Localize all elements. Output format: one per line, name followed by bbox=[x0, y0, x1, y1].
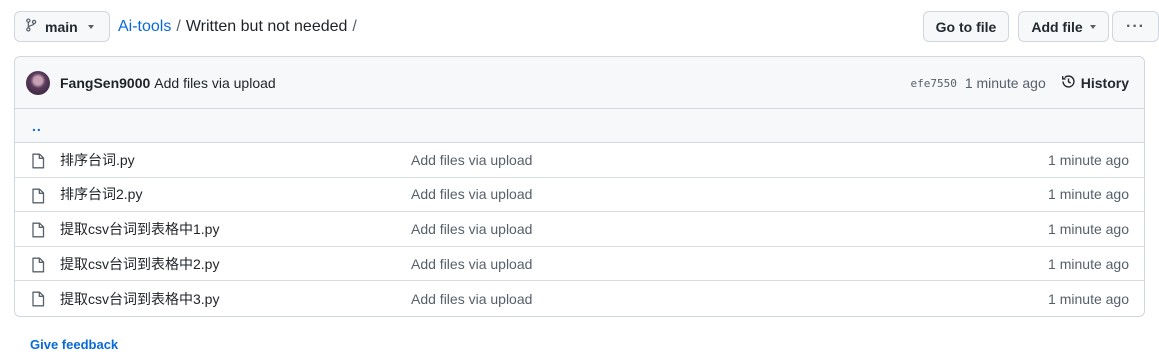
file-row[interactable]: 排序台词.py Add files via upload 1 minute ago bbox=[15, 143, 1144, 178]
file-name-link[interactable]: 提取csv台词到表格中3.py bbox=[60, 289, 219, 309]
git-branch-icon bbox=[25, 18, 37, 35]
file-row[interactable]: 提取csv台词到表格中1.py Add files via upload 1 min… bbox=[15, 212, 1144, 247]
file-commit-message[interactable]: Add files via upload bbox=[411, 291, 532, 307]
commit-message[interactable]: Add files via upload bbox=[154, 75, 275, 91]
file-commit-message[interactable]: Add files via upload bbox=[411, 221, 532, 237]
history-link[interactable]: History bbox=[1061, 74, 1129, 92]
file-row[interactable]: 提取csv台词到表格中2.py Add files via upload 1 min… bbox=[15, 247, 1144, 282]
add-file-button[interactable]: Add file bbox=[1018, 11, 1109, 42]
add-file-label: Add file bbox=[1031, 18, 1083, 35]
file-icon bbox=[31, 291, 45, 310]
file-icon bbox=[31, 257, 45, 276]
file-name-link[interactable]: 提取csv台词到表格中1.py bbox=[60, 219, 219, 239]
parent-directory-row[interactable]: .. bbox=[15, 109, 1144, 143]
commit-meta: efe7550 1 minute ago History bbox=[910, 57, 1129, 109]
file-name-link[interactable]: 排序台词.py bbox=[60, 150, 135, 170]
file-icon bbox=[31, 188, 45, 207]
branch-selector-button[interactable]: main bbox=[14, 11, 110, 42]
more-options-button[interactable]: ··· bbox=[1112, 11, 1159, 42]
file-icon bbox=[31, 222, 45, 241]
file-row[interactable]: 提取csv台词到表格中3.py Add files via upload 1 min… bbox=[15, 281, 1144, 316]
commit-sha[interactable]: efe7550 bbox=[910, 77, 956, 90]
file-name-link[interactable]: 排序台词2.py bbox=[60, 184, 142, 204]
file-list: 排序台词.py Add files via upload 1 minute ago 排… bbox=[15, 143, 1144, 316]
commit-author[interactable]: FangSen9000 bbox=[60, 75, 150, 91]
file-browser: FangSen9000 Add files via upload efe7550… bbox=[14, 56, 1145, 317]
file-commit-message[interactable]: Add files via upload bbox=[411, 186, 532, 202]
file-commit-message[interactable]: Add files via upload bbox=[411, 256, 532, 272]
breadcrumb-separator: / bbox=[176, 17, 181, 35]
breadcrumb: Ai-tools / Written but not needed / bbox=[118, 11, 362, 42]
breadcrumb-trailing-separator: / bbox=[352, 17, 357, 35]
repo-toolbar: main Ai-tools / Written but not needed /… bbox=[14, 11, 1159, 42]
chevron-down-icon bbox=[1089, 24, 1096, 29]
file-icon bbox=[31, 153, 45, 172]
history-clock-icon bbox=[1061, 74, 1076, 92]
latest-commit-bar: FangSen9000 Add files via upload efe7550… bbox=[15, 57, 1144, 109]
file-row[interactable]: 排序台词2.py Add files via upload 1 minute ago bbox=[15, 178, 1144, 213]
chevron-down-icon bbox=[87, 24, 94, 29]
breadcrumb-current-dir: Written but not needed bbox=[185, 17, 348, 35]
file-commit-time: 1 minute ago bbox=[1048, 186, 1129, 203]
avatar[interactable] bbox=[26, 70, 50, 95]
parent-directory-link[interactable]: .. bbox=[32, 118, 42, 134]
file-commit-time: 1 minute ago bbox=[1048, 220, 1129, 237]
go-to-file-button[interactable]: Go to file bbox=[923, 11, 1009, 42]
file-name-link[interactable]: 提取csv台词到表格中2.py bbox=[60, 254, 219, 274]
file-commit-message[interactable]: Add files via upload bbox=[411, 152, 532, 168]
give-feedback-link[interactable]: Give feedback bbox=[30, 337, 118, 352]
history-label: History bbox=[1080, 75, 1129, 91]
branch-name: main bbox=[45, 18, 78, 35]
commit-time: 1 minute ago bbox=[964, 75, 1046, 91]
breadcrumb-repo-link[interactable]: Ai-tools bbox=[118, 18, 171, 36]
file-commit-time: 1 minute ago bbox=[1048, 290, 1129, 307]
file-commit-time: 1 minute ago bbox=[1048, 255, 1129, 272]
file-commit-time: 1 minute ago bbox=[1048, 151, 1129, 168]
